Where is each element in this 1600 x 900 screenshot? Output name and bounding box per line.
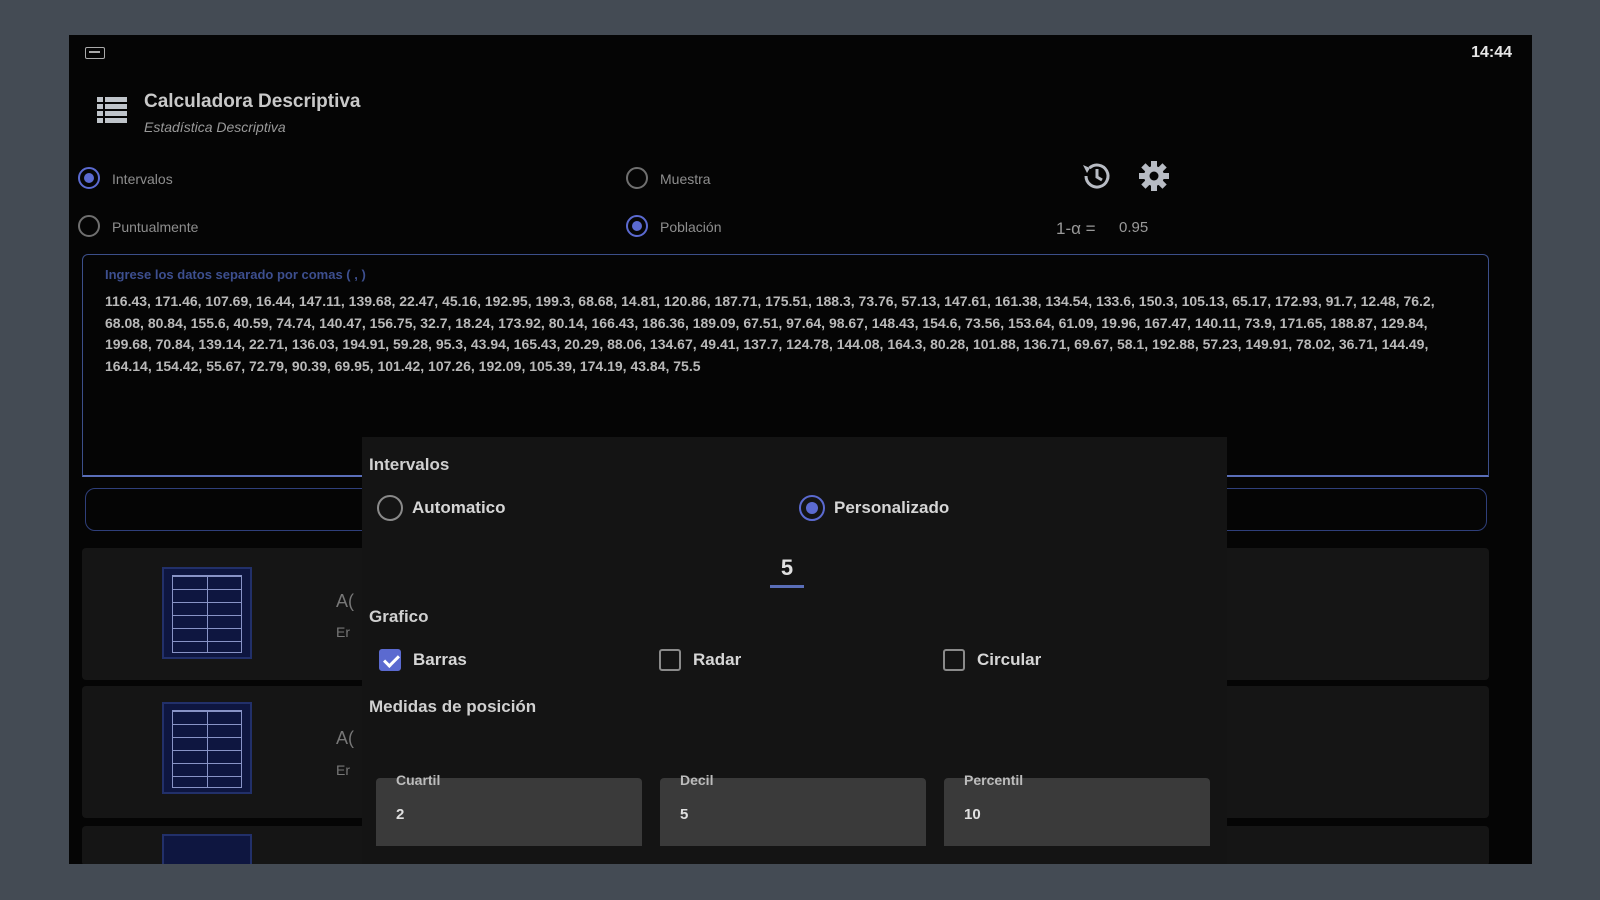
radio-button[interactable] [377,495,403,521]
app-screen: 14:44 Calculadora Descriptiva Estadístic… [69,35,1532,864]
checkbox[interactable] [659,649,681,671]
field-value: 5 [680,806,689,823]
radio-label: Personalizado [834,498,950,517]
radio-button[interactable] [78,215,100,237]
position-measures-title: Medidas de posición [369,697,537,716]
table-thumbnail [162,567,252,659]
radio-label: Población [660,219,722,235]
card-subtitle: Er [336,624,350,640]
card-title: A( [336,728,354,748]
radio-label: Intervalos [112,171,173,187]
data-input-value: 116.43, 171.46, 107.69, 16.44, 147.11, 1… [105,293,1435,374]
radio-label: Automatico [412,498,506,517]
field-value: 2 [396,806,405,823]
status-time: 14:44 [1471,44,1512,61]
radio-button[interactable] [799,495,825,521]
list-menu-icon[interactable] [97,97,127,123]
checkbox[interactable] [379,649,401,671]
card-subtitle: Er [336,762,350,778]
radio-button[interactable] [626,215,648,237]
table-thumbnail [162,834,252,864]
table-thumbnail [162,702,252,794]
keyboard-icon [85,47,105,59]
data-input-placeholder: Ingrese los datos separado por comas ( ,… [105,267,366,282]
confidence-value[interactable]: 0.95 [1119,219,1148,236]
checkbox-label: Radar [693,650,742,669]
intervals-count-input[interactable]: 5 [770,555,804,588]
history-icon[interactable] [1079,158,1115,194]
radio-button[interactable] [626,167,648,189]
intervals-dialog: Intervalos Automatico Personalizado 5 Gr… [362,437,1227,864]
field-label: Percentil [964,772,1024,788]
field-label: Cuartil [396,772,441,788]
card-title: A( [336,591,354,611]
checkbox-label: Barras [413,650,467,669]
radio-label: Puntualmente [112,219,199,235]
radio-label: Muestra [660,171,711,187]
gear-icon[interactable] [1136,158,1172,194]
field-value: 10 [964,806,981,823]
app-subtitle: Estadística Descriptiva [144,119,286,135]
checkbox-label: Circular [977,650,1042,669]
decile-field[interactable]: Decil 5 [660,772,926,846]
chart-title: Grafico [369,607,429,626]
checkbox[interactable] [943,649,965,671]
intervals-title: Intervalos [369,455,450,474]
radio-button[interactable] [78,167,100,189]
percentile-field[interactable]: Percentil 10 [944,772,1210,846]
confidence-label: 1-α = [1056,219,1096,238]
field-label: Decil [680,772,714,788]
app-title: Calculadora Descriptiva [144,91,361,112]
quartile-field[interactable]: Cuartil 2 [376,772,642,846]
